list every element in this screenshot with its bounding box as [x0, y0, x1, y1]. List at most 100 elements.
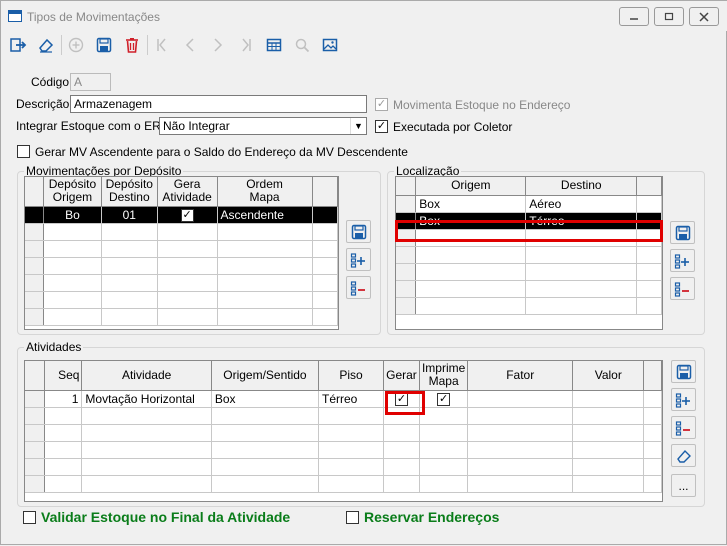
- imprime-checkbox[interactable]: ✓: [437, 392, 451, 406]
- table-row[interactable]: [25, 308, 338, 326]
- table-row[interactable]: [25, 407, 662, 425]
- table-row[interactable]: [25, 458, 662, 476]
- delete-icon[interactable]: [119, 32, 145, 57]
- table-row[interactable]: [396, 280, 662, 298]
- close-button[interactable]: [689, 7, 719, 26]
- next-record-icon[interactable]: [205, 32, 231, 57]
- table-row[interactable]: [396, 246, 662, 264]
- col-deposito-destino[interactable]: Depósito Destino: [101, 177, 158, 207]
- col-ordem-mapa[interactable]: Ordem Mapa: [217, 177, 313, 207]
- grid-corner: [25, 177, 45, 207]
- table-row[interactable]: Bo 01 ✓ Ascendente: [25, 206, 338, 224]
- integrar-label: Integrar Estoque com o ERP: [16, 119, 169, 133]
- integrar-select[interactable]: Não Integrar ▼: [159, 117, 367, 135]
- col-gera-atividade[interactable]: Gera Atividade: [157, 177, 218, 207]
- col-origem-sentido[interactable]: Origem/Sentido: [211, 361, 320, 391]
- movimenta-checkbox[interactable]: ✓: [375, 98, 388, 111]
- add-row-button[interactable]: [671, 388, 696, 411]
- add-row-button[interactable]: [670, 249, 695, 272]
- cell-destino[interactable]: 01: [101, 206, 158, 224]
- gerar-mv-label: Gerar MV Ascendente para o Saldo do Ende…: [35, 145, 408, 159]
- save-row-button[interactable]: [346, 220, 371, 243]
- cell-fator[interactable]: [467, 390, 574, 408]
- cell-atividade[interactable]: Movtação Horizontal: [81, 390, 212, 408]
- table-row[interactable]: [25, 424, 662, 442]
- remove-row-button[interactable]: [346, 276, 371, 299]
- reservar-label: Reservar Endereços: [364, 509, 500, 525]
- col-valor[interactable]: Valor: [572, 361, 645, 391]
- col-imprime-mapa[interactable]: Imprime Mapa: [419, 361, 469, 391]
- table-row[interactable]: [396, 297, 662, 315]
- col-atividade[interactable]: Atividade: [81, 361, 212, 391]
- codigo-field[interactable]: A: [70, 73, 111, 91]
- toolbar: [3, 31, 726, 59]
- add-row-button[interactable]: [346, 248, 371, 271]
- cell-gera[interactable]: ✓: [157, 206, 218, 224]
- cell-imprime[interactable]: ✓: [419, 390, 469, 408]
- table-row[interactable]: [25, 441, 662, 459]
- cell-seq[interactable]: 1: [44, 390, 83, 408]
- validar-checkbox[interactable]: [23, 511, 36, 524]
- eraser-icon[interactable]: [671, 444, 696, 467]
- remove-row-button[interactable]: [670, 277, 695, 300]
- localizacao-grid[interactable]: Origem Destino Box Aéreo Box Térreo: [395, 176, 663, 330]
- save-row-button[interactable]: [670, 221, 695, 244]
- col-gerar[interactable]: Gerar: [383, 361, 420, 391]
- chevron-down-icon[interactable]: ▼: [350, 118, 366, 134]
- cell-valor[interactable]: [572, 390, 645, 408]
- previous-record-icon[interactable]: [177, 32, 203, 57]
- last-record-icon[interactable]: [233, 32, 259, 57]
- gerar-mv-checkbox[interactable]: [17, 145, 30, 158]
- table-row[interactable]: [396, 263, 662, 281]
- table-row[interactable]: [25, 257, 338, 275]
- executada-checkbox[interactable]: ✓: [375, 120, 388, 133]
- cell-ordem[interactable]: Ascendente: [217, 206, 313, 224]
- descricao-label: Descrição: [16, 97, 70, 111]
- table-row[interactable]: Box Aéreo: [396, 195, 662, 213]
- first-record-icon[interactable]: [149, 32, 175, 57]
- save-icon[interactable]: [91, 32, 117, 57]
- row-indicator[interactable]: [25, 390, 45, 408]
- table-row[interactable]: [25, 475, 662, 493]
- table-row[interactable]: 1 Movtação Horizontal Box Térreo ✓ ✓: [25, 390, 662, 408]
- col-destino[interactable]: Destino: [525, 177, 638, 196]
- more-button[interactable]: ...: [671, 474, 696, 497]
- row-indicator[interactable]: [25, 206, 45, 224]
- col-seq[interactable]: Seq: [44, 361, 83, 391]
- grid-view-icon[interactable]: [261, 32, 287, 57]
- descricao-field[interactable]: Armazenagem: [70, 95, 367, 113]
- cell-origem[interactable]: Box: [415, 195, 527, 213]
- image-icon[interactable]: [317, 32, 343, 57]
- movimentacoes-grid[interactable]: Depósito Origem Depósito Destino Gera At…: [24, 176, 339, 330]
- cell-origem[interactable]: Box: [211, 390, 320, 408]
- search-icon[interactable]: [289, 32, 315, 57]
- maximize-button[interactable]: [654, 7, 684, 26]
- col-deposito-origem[interactable]: Depósito Origem: [43, 177, 102, 207]
- table-row[interactable]: [25, 223, 338, 241]
- col-fator[interactable]: Fator: [467, 361, 574, 391]
- eraser-icon[interactable]: [33, 32, 59, 57]
- row-indicator[interactable]: [396, 195, 417, 213]
- integrar-select-value: Não Integrar: [163, 119, 230, 133]
- table-row[interactable]: [25, 240, 338, 258]
- cell-piso[interactable]: Térreo: [318, 390, 384, 408]
- col-origem[interactable]: Origem: [415, 177, 527, 196]
- col-piso[interactable]: Piso: [318, 361, 384, 391]
- window-title: Tipos de Movimentações: [27, 10, 160, 24]
- remove-row-button[interactable]: [671, 416, 696, 439]
- minimize-button[interactable]: [619, 7, 649, 26]
- atividades-grid[interactable]: Seq Atividade Origem/Sentido Piso Gerar …: [24, 360, 663, 502]
- gera-checkbox[interactable]: ✓: [180, 208, 194, 222]
- cell-empty: [312, 206, 338, 224]
- cell-origem[interactable]: Bo: [43, 206, 102, 224]
- col-empty: [312, 177, 338, 207]
- add-icon[interactable]: [63, 32, 89, 57]
- table-row[interactable]: [25, 291, 338, 309]
- app-icon: [8, 10, 22, 22]
- reservar-checkbox[interactable]: [346, 511, 359, 524]
- save-row-button[interactable]: [671, 360, 696, 383]
- cell-destino[interactable]: Aéreo: [525, 195, 638, 213]
- exit-icon[interactable]: [5, 32, 31, 57]
- table-row[interactable]: [25, 274, 338, 292]
- grid-corner: [25, 361, 45, 391]
